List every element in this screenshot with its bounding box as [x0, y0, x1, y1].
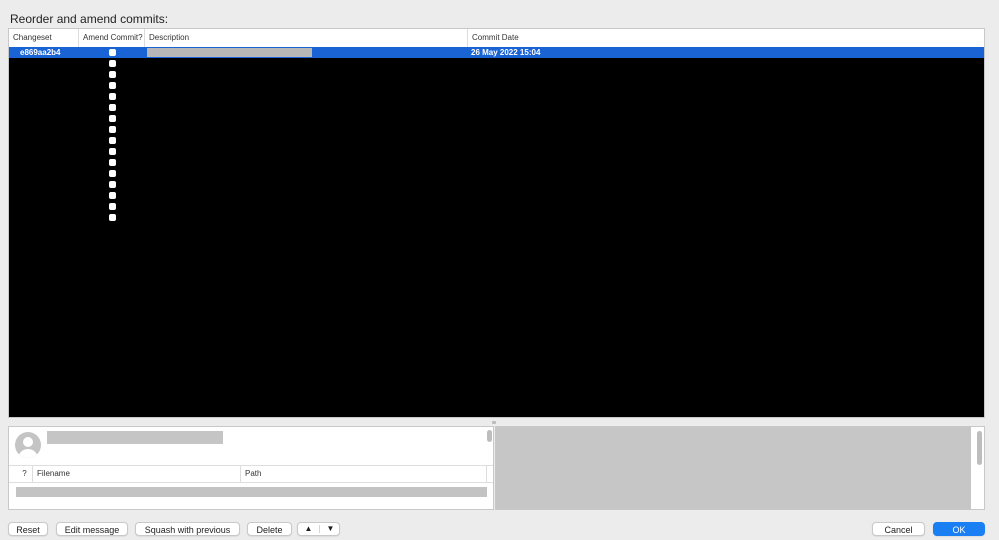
ok-button[interactable]: OK [933, 522, 985, 536]
reorder-commits-dialog: Reorder and amend commits: Changeset Ame… [0, 0, 999, 540]
avatar-placeholder-icon [15, 432, 41, 458]
amend-checkbox[interactable] [109, 60, 116, 67]
column-header-filename[interactable]: Filename [33, 466, 241, 482]
amend-checkbox[interactable] [109, 71, 116, 78]
amend-checkbox[interactable] [109, 159, 116, 166]
author-info-redacted [47, 431, 223, 444]
dialog-prompt: Reorder and amend commits: [10, 12, 169, 26]
amend-checkbox[interactable] [109, 181, 116, 188]
diff-content-redacted [496, 427, 971, 509]
commits-table[interactable]: Changeset Amend Commit? Description Comm… [8, 28, 985, 418]
amend-checkbox[interactable] [109, 93, 116, 100]
description-cell-redacted [147, 48, 312, 57]
edit-message-button[interactable]: Edit message [56, 522, 128, 536]
amend-checkbox[interactable] [109, 137, 116, 144]
diff-scrollbar[interactable] [977, 431, 982, 465]
column-header-amend-commit[interactable]: Amend Commit? [79, 29, 145, 47]
amend-checkbox[interactable] [109, 82, 116, 89]
reset-button[interactable]: Reset [8, 522, 48, 536]
column-header-commit-date[interactable]: Commit Date [468, 29, 984, 47]
amend-checkbox[interactable] [109, 148, 116, 155]
files-table-header: ? Filename Path [9, 465, 493, 483]
commits-table-header: Changeset Amend Commit? Description Comm… [9, 29, 984, 48]
amend-checkbox[interactable] [109, 115, 116, 122]
column-header-changeset[interactable]: Changeset [9, 29, 79, 47]
squash-with-previous-button[interactable]: Squash with previous [135, 522, 240, 536]
amend-checkbox[interactable] [109, 126, 116, 133]
delete-button[interactable]: Delete [247, 522, 292, 536]
amend-checkbox[interactable] [109, 203, 116, 210]
amend-checkbox[interactable] [109, 49, 116, 56]
amend-checkbox[interactable] [109, 214, 116, 221]
diff-preview-pane [495, 426, 985, 510]
commit-date-cell: 26 May 2022 15:04 [471, 48, 541, 57]
move-down-button[interactable]: ▼ [320, 523, 341, 535]
amend-checkbox[interactable] [109, 104, 116, 111]
file-row-redacted[interactable] [16, 487, 487, 497]
amend-checkbox[interactable] [109, 192, 116, 199]
column-header-path[interactable]: Path [241, 466, 487, 482]
column-header-status[interactable]: ? [17, 466, 33, 482]
details-scrollbar[interactable] [487, 430, 492, 442]
cancel-button[interactable]: Cancel [872, 522, 925, 536]
table-row-selected[interactable]: e869aa2b4 26 May 2022 15:04 [9, 47, 984, 58]
amend-checkbox[interactable] [109, 170, 116, 177]
pane-splitter-handle[interactable] [492, 421, 496, 424]
move-up-button[interactable]: ▲ [298, 523, 319, 535]
column-header-description[interactable]: Description [145, 29, 468, 47]
changeset-cell: e869aa2b4 [20, 48, 61, 57]
commit-details-pane: ? Filename Path [8, 426, 494, 510]
move-buttons-group: ▲ ▼ [297, 522, 340, 536]
